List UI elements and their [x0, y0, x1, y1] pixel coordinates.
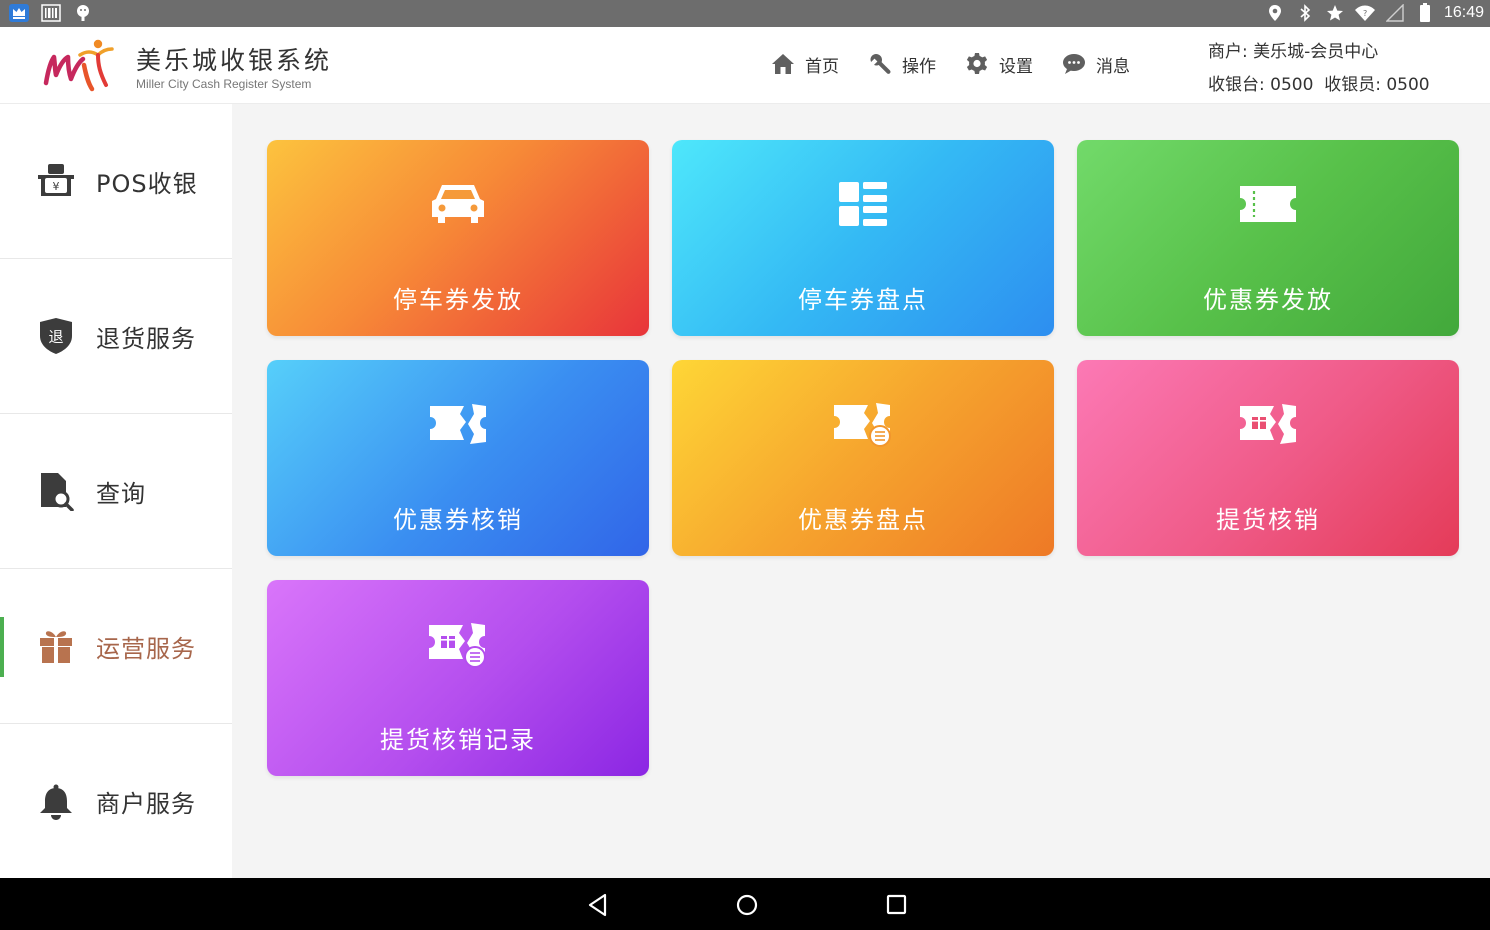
crown-app-icon	[8, 3, 30, 23]
bluetooth-icon	[1294, 3, 1316, 23]
tile-label: 提货核销	[1216, 506, 1320, 534]
service-grid: 停车券发放 停车券盘点 优惠券发放 优惠券核销 优惠券盘点 提货核销 提货核销记…	[232, 104, 1490, 878]
sidebar-label-merchant: 商户服务	[96, 790, 196, 818]
recents-icon[interactable]	[884, 892, 910, 918]
gift-ticket-list-icon	[423, 614, 493, 674]
sidebar-item-operations[interactable]: 运营服务	[0, 569, 232, 724]
location-icon	[1264, 3, 1286, 23]
star-icon	[1324, 3, 1346, 23]
brand-logo	[42, 37, 114, 95]
tile-label: 优惠券盘点	[798, 506, 928, 534]
status-bar: ? 16:49	[0, 0, 1490, 27]
svg-text:退: 退	[48, 328, 63, 346]
sidebar-label-query: 查询	[96, 479, 146, 508]
brand-subtitle: Miller City Cash Register System	[136, 77, 312, 91]
svg-text:¥: ¥	[53, 180, 60, 193]
ticket-list-icon	[828, 394, 898, 454]
document-search-icon	[36, 471, 76, 511]
sidebar-label-returns: 退货服务	[96, 324, 196, 353]
sidebar: ¥ POS收银 退 退货服务 查询 运营服务 商户服务	[0, 104, 232, 878]
tile-label: 停车券盘点	[798, 286, 928, 314]
merchant-info: 商户: 美乐城-会员中心 收银台: 0500 收银员: 0500	[1208, 36, 1430, 102]
nav-messages-label: 消息	[1096, 56, 1130, 77]
gift-icon	[36, 626, 76, 666]
torn-ticket-icon	[423, 394, 493, 454]
register-line: 收银台: 0500 收银员: 0500	[1208, 75, 1430, 95]
cash-register-icon: ¥	[36, 161, 76, 201]
tile-pickup-redeem[interactable]: 提货核销	[1077, 360, 1459, 556]
nav-operation-label: 操作	[902, 56, 936, 77]
chat-icon	[1063, 54, 1085, 74]
bell-icon	[36, 782, 76, 822]
tile-coupon-issue[interactable]: 优惠券发放	[1077, 140, 1459, 336]
tile-coupon-inventory[interactable]: 优惠券盘点	[672, 360, 1054, 556]
svg-text:?: ?	[1363, 9, 1367, 18]
gift-ticket-icon	[1233, 394, 1303, 454]
sidebar-label-pos: POS收银	[96, 169, 198, 198]
nav-home[interactable]: 首页	[770, 51, 839, 77]
wrench-icon	[870, 54, 891, 74]
wifi-icon: ?	[1354, 3, 1376, 23]
sidebar-label-operations: 运营服务	[96, 634, 196, 663]
nav-messages[interactable]: 消息	[1061, 51, 1130, 77]
list-icon	[828, 174, 898, 234]
return-shield-icon: 退	[36, 316, 76, 356]
sidebar-item-query[interactable]: 查询	[0, 414, 232, 569]
top-nav: 首页 操作 设置 消息	[770, 51, 1158, 77]
android-icon	[72, 3, 94, 23]
sidebar-item-merchant[interactable]: 商户服务	[0, 724, 232, 879]
tile-label: 停车券发放	[393, 286, 523, 314]
brand-title: 美乐城收银系统	[136, 46, 333, 75]
barcode-icon	[40, 3, 62, 23]
app-header: 美乐城收银系统 Miller City Cash Register System…	[0, 27, 1490, 104]
tile-label: 优惠券核销	[393, 506, 523, 534]
back-icon[interactable]	[585, 892, 611, 918]
tile-label: 优惠券发放	[1203, 286, 1333, 314]
sidebar-item-pos[interactable]: ¥ POS收银	[0, 104, 232, 259]
nav-settings-label: 设置	[999, 56, 1033, 77]
merchant-line: 商户: 美乐城-会员中心	[1208, 42, 1379, 62]
home-icon	[772, 54, 794, 74]
android-nav-bar	[0, 878, 1490, 930]
nav-settings[interactable]: 设置	[964, 51, 1033, 77]
tile-pickup-records[interactable]: 提货核销记录	[267, 580, 649, 776]
battery-icon	[1414, 3, 1436, 23]
signal-icon	[1384, 3, 1406, 23]
clock: 16:49	[1443, 4, 1484, 21]
tile-coupon-redeem[interactable]: 优惠券核销	[267, 360, 649, 556]
ticket-icon	[1233, 174, 1303, 234]
gear-icon	[966, 53, 988, 74]
nav-home-label: 首页	[805, 56, 839, 77]
car-icon	[423, 174, 493, 234]
tile-label: 提货核销记录	[380, 726, 536, 754]
nav-operation[interactable]: 操作	[867, 51, 936, 77]
sidebar-item-returns[interactable]: 退 退货服务	[0, 259, 232, 414]
tile-parking-inventory[interactable]: 停车券盘点	[672, 140, 1054, 336]
home-circle-icon[interactable]	[734, 892, 760, 918]
tile-parking-issue[interactable]: 停车券发放	[267, 140, 649, 336]
